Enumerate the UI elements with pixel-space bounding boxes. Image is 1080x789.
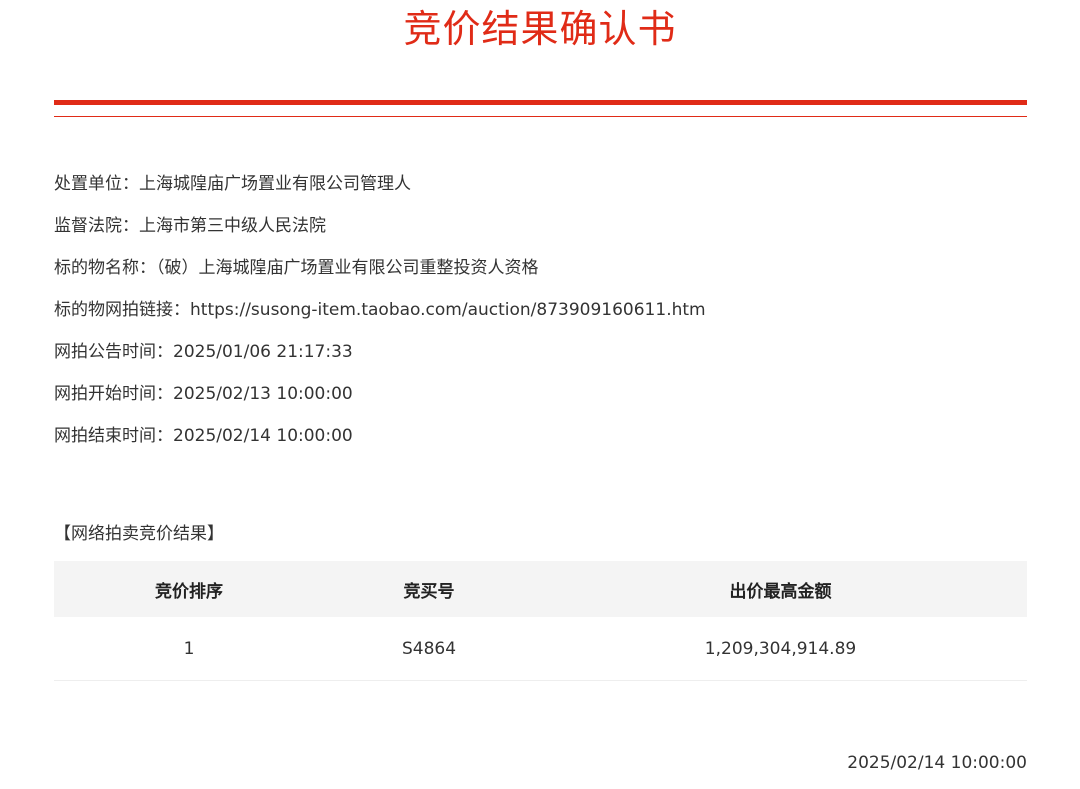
title-divider-thick [54,100,1027,105]
title-divider-thin [54,116,1027,117]
column-header-rank: 竞价排序 [54,561,324,617]
cell-bidder-number: S4864 [324,617,534,681]
document-title: 竞价结果确认书 [403,7,677,51]
info-value: 2025/02/13 10:00:00 [173,384,353,404]
info-label: 标的物网拍链接： [54,300,190,320]
info-value: 2025/01/06 21:17:33 [173,342,353,362]
table-header-row: 竞价排序 竞买号 出价最高金额 [54,561,1027,617]
table-row: 1 S4864 1,209,304,914.89 [54,617,1027,681]
document-date: 2025/02/14 10:00:00 [847,753,1027,773]
column-header-highest-bid: 出价最高金额 [534,561,1027,617]
cell-highest-bid: 1,209,304,914.89 [534,617,1027,681]
info-row-item-name: 标的物名称：（破）上海城隍庙广场置业有限公司重整投资人资格 [54,254,1027,296]
info-value: 上海城隍庙广场置业有限公司管理人 [139,174,411,194]
info-value: 上海市第三中级人民法院 [139,216,326,236]
info-value: （破）上海城隍庙广场置业有限公司重整投资人资格 [156,258,539,278]
column-header-bidder-number: 竞买号 [324,561,534,617]
info-label: 监督法院： [54,216,139,236]
results-table: 竞价排序 竞买号 出价最高金额 1 S4864 1,209,304,914.89 [54,561,1027,681]
auction-link[interactable]: https://susong-item.taobao.com/auction/8… [190,300,706,320]
info-row-supervising-court: 监督法院：上海市第三中级人民法院 [54,212,1027,254]
cell-rank: 1 [54,617,324,681]
info-label: 网拍结束时间： [54,426,173,446]
info-label: 处置单位： [54,174,139,194]
auction-info-list: 处置单位：上海城隍庙广场置业有限公司管理人 监督法院：上海市第三中级人民法院 标… [54,170,1027,464]
info-label: 网拍公告时间： [54,342,173,362]
info-label: 标的物名称： [54,258,156,278]
info-value: 2025/02/14 10:00:00 [173,426,353,446]
info-row-start-time: 网拍开始时间：2025/02/13 10:00:00 [54,380,1027,422]
info-row-end-time: 网拍结束时间：2025/02/14 10:00:00 [54,422,1027,464]
info-row-announcement-time: 网拍公告时间：2025/01/06 21:17:33 [54,338,1027,380]
info-label: 网拍开始时间： [54,384,173,404]
info-row-auction-link: 标的物网拍链接：https://susong-item.taobao.com/a… [54,296,1027,338]
results-section-title: 【网络拍卖竞价结果】 [54,524,224,544]
info-row-disposal-unit: 处置单位：上海城隍庙广场置业有限公司管理人 [54,170,1027,212]
